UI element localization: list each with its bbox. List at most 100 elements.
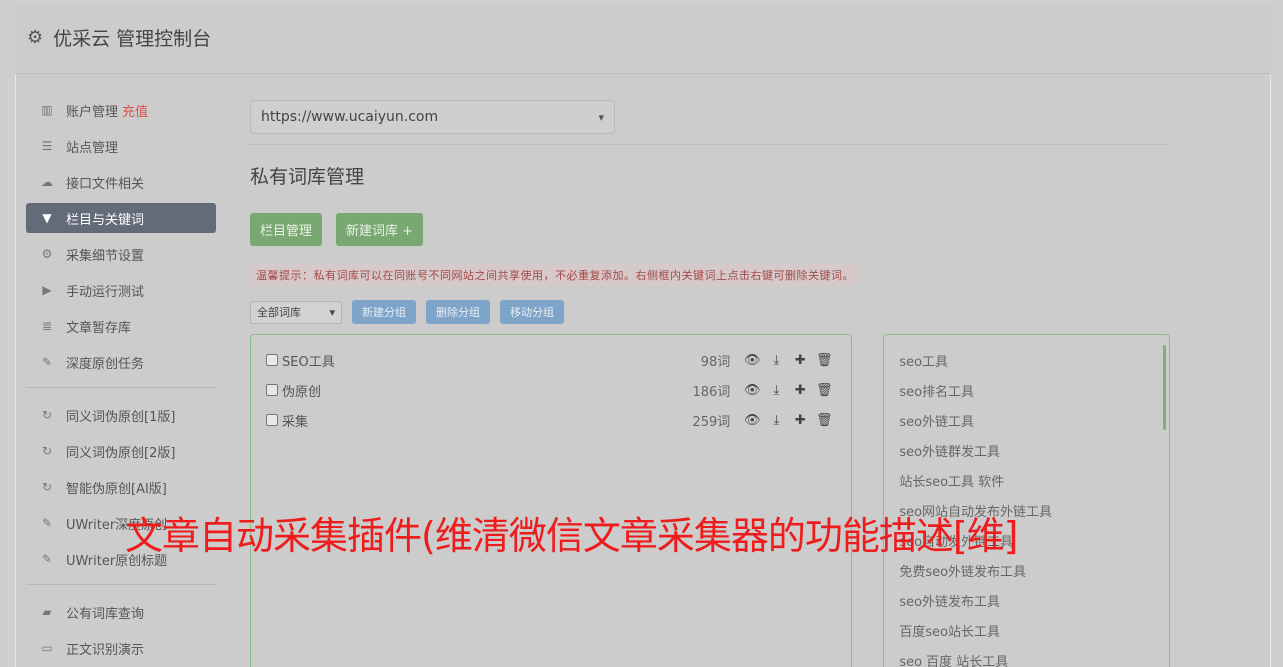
- site-select[interactable]: https://www.ucaiyun.com ▾: [250, 100, 615, 134]
- sidebar-item-ai-rewrite[interactable]: ↻ 智能伪原创[AI版]: [26, 472, 216, 502]
- monitor-icon: ▭: [41, 641, 53, 655]
- edit-icon: ✎: [41, 516, 53, 530]
- page-title: 私有词库管理: [250, 166, 365, 188]
- bar-chart-icon: ▥: [41, 103, 53, 117]
- keyword-item[interactable]: seo工具: [899, 345, 1154, 375]
- move-group-button[interactable]: 移动分组: [500, 300, 564, 324]
- plus-icon[interactable]: ✚: [788, 353, 812, 368]
- eye-icon[interactable]: 👁: [740, 353, 764, 368]
- group-controls: 全部词库 ▾ 新建分组 删除分组 移动分组: [250, 300, 1170, 324]
- sidebar-item-label: 站点管理: [66, 140, 119, 156]
- keyword-scrollbar[interactable]: [1163, 345, 1166, 430]
- edit-icon: ✎: [41, 355, 53, 369]
- sidebar-divider: [26, 584, 216, 585]
- library-name[interactable]: SEO工具: [282, 351, 670, 370]
- sidebar-item-article-storage[interactable]: ≣ 文章暂存库: [26, 311, 216, 341]
- refresh-icon: ↻: [41, 444, 53, 458]
- sidebar-item-label: 接口文件相关: [66, 176, 145, 192]
- keyword-item[interactable]: 百度seo站长工具: [899, 615, 1154, 645]
- sidebar-item-label: 账户管理: [66, 104, 119, 120]
- plus-icon[interactable]: ✚: [788, 383, 812, 398]
- library-checkbox[interactable]: [266, 414, 278, 426]
- main-content: https://www.ucaiyun.com ▾ 私有词库管理 栏目管理 新建…: [250, 100, 1170, 667]
- new-library-button[interactable]: 新建词库 +: [336, 213, 424, 246]
- sidebar-item-synonym-v1[interactable]: ↻ 同义词伪原创[1版]: [26, 400, 216, 430]
- refresh-icon: ↻: [41, 408, 53, 422]
- sidebar: ▥ 账户管理 充值 ☰ 站点管理 ☁ 接口文件相关 ▼ 栏目与关键词 ⚙ 采集细…: [26, 95, 216, 667]
- sidebar-item-label: 同义词伪原创[1版]: [66, 409, 176, 425]
- library-row: SEO工具 98词 👁 ⤓ ✚ 🗑: [266, 345, 836, 375]
- cloud-upload-icon: ☁: [41, 175, 53, 189]
- library-row: 伪原创 186词 👁 ⤓ ✚ 🗑: [266, 375, 836, 405]
- refresh-icon: ↻: [41, 480, 53, 494]
- sidebar-item-label: 手动运行测试: [66, 284, 145, 300]
- column-manage-button[interactable]: 栏目管理: [250, 213, 323, 246]
- overlay-caption: 文章自动采集插件(维清微信文章采集器的功能描述[维]: [125, 514, 1018, 558]
- keyword-item[interactable]: 站长seo工具 软件: [899, 465, 1154, 495]
- app-title: 优采云 管理控制台: [53, 28, 212, 50]
- book-icon: ▰: [42, 605, 52, 619]
- trash-icon[interactable]: 🗑: [812, 353, 836, 368]
- sidebar-item-manual-run[interactable]: ▶ 手动运行测试: [26, 275, 216, 305]
- sidebar-item-text-recognition[interactable]: ▭ 正文识别演示: [26, 633, 216, 663]
- plus-icon[interactable]: ✚: [788, 413, 812, 428]
- keyword-item[interactable]: seo排名工具: [899, 375, 1154, 405]
- library-checkbox[interactable]: [266, 384, 278, 396]
- library-list-panel: SEO工具 98词 👁 ⤓ ✚ 🗑 伪原创 186词 👁 ⤓ ✚ 🗑 采集 25…: [250, 334, 853, 667]
- sidebar-divider: [26, 387, 216, 388]
- sidebar-item-synonym-v2[interactable]: ↻ 同义词伪原创[2版]: [26, 436, 216, 466]
- site-select-value: https://www.ucaiyun.com: [261, 109, 439, 125]
- tip-notice: 温馨提示：私有词库可以在同账号不同网站之间共享使用，不必重复添加。右侧框内关键词…: [250, 264, 860, 286]
- library-filter-select[interactable]: 全部词库 ▾: [250, 300, 342, 324]
- library-checkbox[interactable]: [266, 354, 278, 366]
- keyword-item[interactable]: seo外链群发工具: [899, 435, 1154, 465]
- library-count: 186词: [692, 384, 731, 400]
- sidebar-item-label: 深度原创任务: [66, 356, 145, 372]
- brand[interactable]: ⚙ 优采云 管理控制台: [27, 24, 211, 51]
- chevron-down-icon: ▾: [598, 110, 604, 124]
- divider: [250, 144, 1170, 145]
- chevron-down-icon: ▾: [329, 305, 335, 319]
- sidebar-item-interface-files[interactable]: ☁ 接口文件相关: [26, 167, 216, 197]
- keyword-item[interactable]: seo外链工具: [899, 405, 1154, 435]
- library-name[interactable]: 伪原创: [282, 381, 670, 400]
- library-row: 采集 259词 👁 ⤓ ✚ 🗑: [266, 405, 836, 435]
- sidebar-item-public-lib[interactable]: ▰ 公有词库查询: [26, 597, 216, 627]
- action-buttons: 栏目管理 新建词库 +: [250, 213, 1170, 246]
- sidebar-item-columns-keywords[interactable]: ▼ 栏目与关键词: [26, 203, 216, 233]
- library-filter-value: 全部词库: [257, 306, 301, 319]
- server-icon: ☰: [41, 139, 53, 153]
- download-icon[interactable]: ⤓: [764, 353, 788, 368]
- filter-icon: ▼: [42, 211, 52, 225]
- sidebar-item-sites[interactable]: ☰ 站点管理: [26, 131, 216, 161]
- keyword-item[interactable]: seo 百度 站长工具: [899, 645, 1154, 667]
- keyword-list-panel: seo工具 seo排名工具 seo外链工具 seo外链群发工具 站长seo工具 …: [883, 334, 1170, 667]
- eye-icon[interactable]: 👁: [740, 413, 764, 428]
- sidebar-item-deep-original[interactable]: ✎ 深度原创任务: [26, 347, 216, 377]
- keyword-item[interactable]: seo外链发布工具: [899, 585, 1154, 615]
- sidebar-item-label: 栏目与关键词: [66, 212, 145, 228]
- cogs-icon: ⚙: [41, 247, 53, 261]
- trash-icon[interactable]: 🗑: [812, 383, 836, 398]
- library-name[interactable]: 采集: [282, 411, 670, 430]
- sidebar-item-label: 采集细节设置: [66, 248, 145, 264]
- top-bar: ⚙ 优采云 管理控制台: [15, 4, 1271, 74]
- sidebar-item-label: 公有词库查询: [66, 606, 145, 622]
- delete-group-button[interactable]: 删除分组: [426, 300, 490, 324]
- new-group-button[interactable]: 新建分组: [352, 300, 416, 324]
- recharge-link[interactable]: 充值: [122, 101, 148, 120]
- sidebar-item-label: 智能伪原创[AI版]: [66, 481, 167, 497]
- download-icon[interactable]: ⤓: [764, 413, 788, 428]
- library-count: 98词: [700, 354, 731, 370]
- sidebar-item-collect-settings[interactable]: ⚙ 采集细节设置: [26, 239, 216, 269]
- gear-icon: ⚙: [27, 27, 44, 48]
- trash-icon[interactable]: 🗑: [812, 413, 836, 428]
- database-icon: ≣: [41, 319, 53, 333]
- sidebar-item-label: 文章暂存库: [66, 320, 132, 336]
- sidebar-item-label: 正文识别演示: [66, 642, 145, 658]
- sidebar-item-account[interactable]: ▥ 账户管理 充值: [26, 95, 216, 125]
- download-icon[interactable]: ⤓: [764, 383, 788, 398]
- sidebar-item-label: 同义词伪原创[2版]: [66, 445, 176, 461]
- edit-icon: ✎: [41, 552, 53, 566]
- eye-icon[interactable]: 👁: [740, 383, 764, 398]
